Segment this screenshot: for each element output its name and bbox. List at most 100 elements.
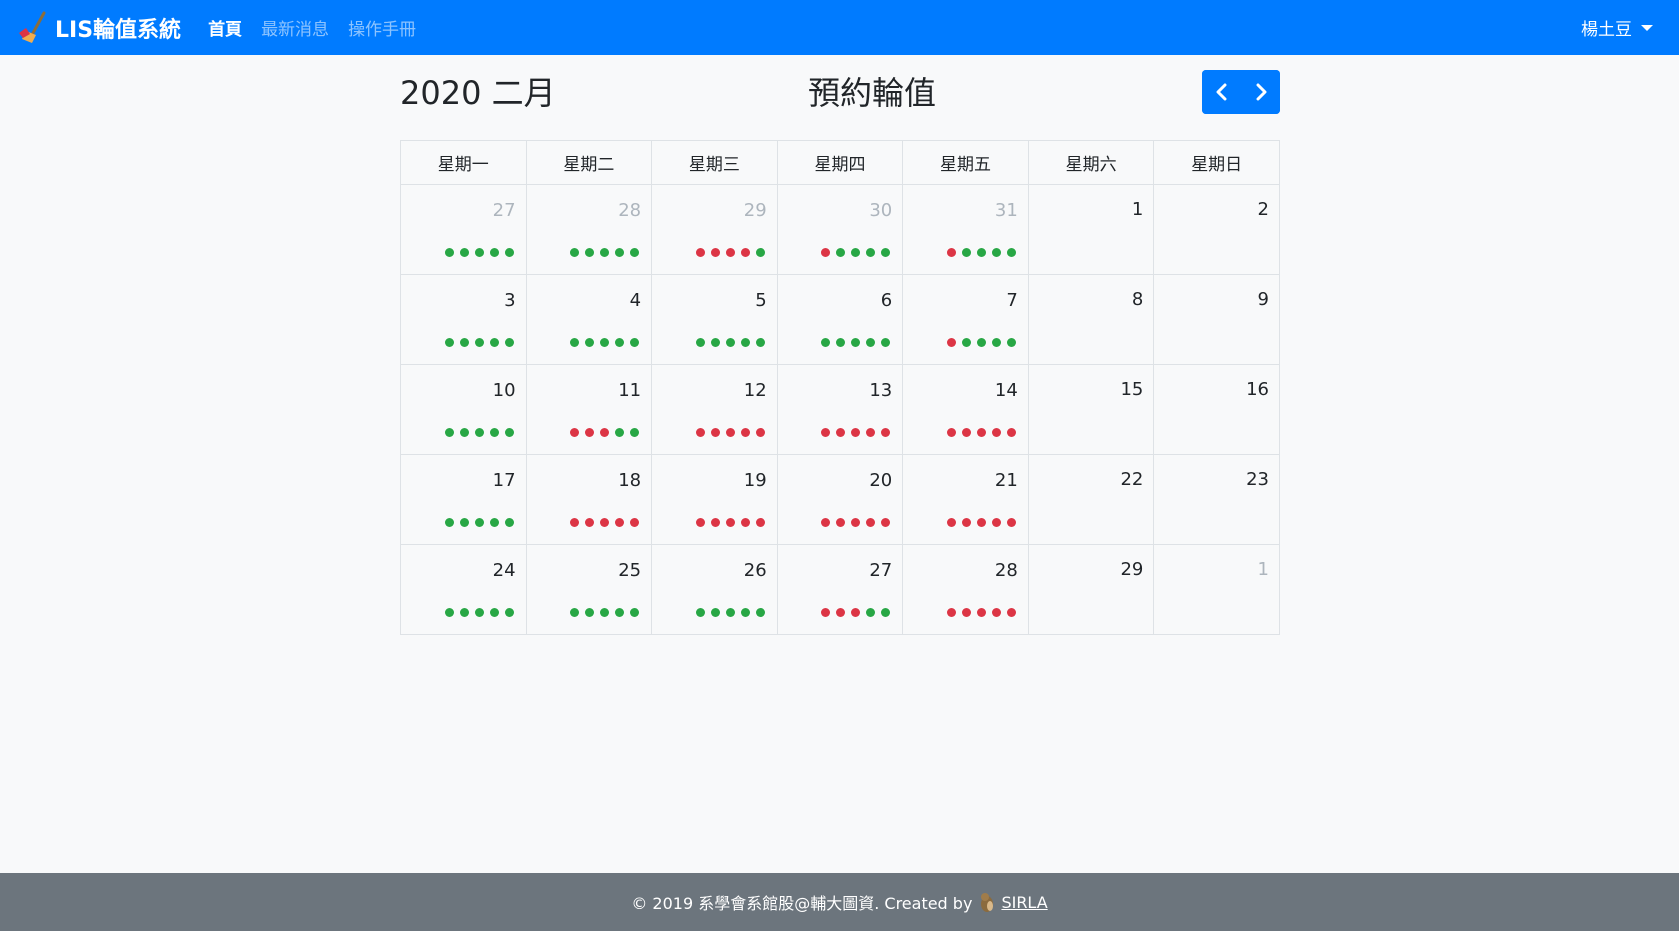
booked-slot-dot[interactable] [725,248,735,257]
available-slot-dot[interactable] [459,608,469,617]
booked-slot-dot[interactable] [615,518,625,527]
booked-slot-dot[interactable] [710,428,720,437]
available-slot-dot[interactable] [615,338,625,347]
booked-slot-dot[interactable] [695,518,705,527]
available-slot-dot[interactable] [991,338,1001,347]
booked-slot-dot[interactable] [866,518,876,527]
next-month-button[interactable] [1241,70,1280,114]
available-slot-dot[interactable] [489,608,499,617]
calendar-day-cell[interactable]: 27 [400,184,527,275]
booked-slot-dot[interactable] [695,428,705,437]
available-slot-dot[interactable] [615,608,625,617]
booked-slot-dot[interactable] [991,518,1001,527]
calendar-day-cell[interactable]: 11 [525,364,653,455]
sirla-link[interactable]: SIRLA [1001,893,1047,912]
calendar-day-cell[interactable]: 29 [651,184,778,275]
calendar-day-cell[interactable]: 17 [400,454,527,545]
available-slot-dot[interactable] [976,338,986,347]
booked-slot-dot[interactable] [946,518,956,527]
calendar-day-cell[interactable]: 25 [525,544,653,635]
available-slot-dot[interactable] [740,338,750,347]
available-slot-dot[interactable] [851,248,861,257]
available-slot-dot[interactable] [976,248,986,257]
available-slot-dot[interactable] [615,248,625,257]
booked-slot-dot[interactable] [836,518,846,527]
available-slot-dot[interactable] [755,338,765,347]
booked-slot-dot[interactable] [991,428,1001,437]
booked-slot-dot[interactable] [755,428,765,437]
booked-slot-dot[interactable] [600,518,610,527]
booked-slot-dot[interactable] [821,248,831,257]
booked-slot-dot[interactable] [881,518,891,527]
available-slot-dot[interactable] [725,608,735,617]
user-dropdown[interactable]: 楊土豆 [1581,0,1653,55]
booked-slot-dot[interactable] [881,428,891,437]
available-slot-dot[interactable] [444,518,454,527]
nav-news[interactable]: 最新消息 [261,15,329,40]
available-slot-dot[interactable] [866,338,876,347]
available-slot-dot[interactable] [755,608,765,617]
available-slot-dot[interactable] [866,248,876,257]
booked-slot-dot[interactable] [710,248,720,257]
booked-slot-dot[interactable] [585,518,595,527]
available-slot-dot[interactable] [489,248,499,257]
calendar-day-cell[interactable]: 28 [902,544,1029,635]
booked-slot-dot[interactable] [976,518,986,527]
booked-slot-dot[interactable] [851,518,861,527]
calendar-day-cell[interactable]: 18 [525,454,653,545]
calendar-day-cell[interactable]: 6 [776,274,904,365]
booked-slot-dot[interactable] [976,428,986,437]
nav-home[interactable]: 首頁 [208,15,242,40]
available-slot-dot[interactable] [695,338,705,347]
booked-slot-dot[interactable] [1006,608,1016,617]
booked-slot-dot[interactable] [1006,428,1016,437]
available-slot-dot[interactable] [459,338,469,347]
booked-slot-dot[interactable] [976,608,986,617]
available-slot-dot[interactable] [1006,248,1016,257]
booked-slot-dot[interactable] [961,518,971,527]
calendar-day-cell[interactable]: 31 [902,184,1029,275]
available-slot-dot[interactable] [504,518,514,527]
available-slot-dot[interactable] [474,338,484,347]
booked-slot-dot[interactable] [1006,518,1016,527]
booked-slot-dot[interactable] [740,428,750,437]
available-slot-dot[interactable] [585,248,595,257]
calendar-day-cell[interactable]: 20 [776,454,904,545]
booked-slot-dot[interactable] [740,518,750,527]
booked-slot-dot[interactable] [946,248,956,257]
calendar-day-cell[interactable]: 5 [651,274,778,365]
booked-slot-dot[interactable] [600,428,610,437]
booked-slot-dot[interactable] [570,428,580,437]
available-slot-dot[interactable] [725,338,735,347]
booked-slot-dot[interactable] [585,428,595,437]
available-slot-dot[interactable] [991,248,1001,257]
booked-slot-dot[interactable] [946,608,956,617]
available-slot-dot[interactable] [474,428,484,437]
available-slot-dot[interactable] [630,248,640,257]
booked-slot-dot[interactable] [961,428,971,437]
available-slot-dot[interactable] [881,608,891,617]
available-slot-dot[interactable] [459,248,469,257]
booked-slot-dot[interactable] [740,248,750,257]
nav-manual[interactable]: 操作手冊 [348,15,416,40]
available-slot-dot[interactable] [570,248,580,257]
available-slot-dot[interactable] [740,608,750,617]
available-slot-dot[interactable] [585,338,595,347]
calendar-day-cell[interactable]: 26 [651,544,778,635]
booked-slot-dot[interactable] [851,608,861,617]
available-slot-dot[interactable] [630,428,640,437]
calendar-day-cell[interactable]: 7 [902,274,1029,365]
available-slot-dot[interactable] [444,338,454,347]
booked-slot-dot[interactable] [866,428,876,437]
prev-month-button[interactable] [1202,70,1241,114]
available-slot-dot[interactable] [474,608,484,617]
available-slot-dot[interactable] [489,518,499,527]
calendar-day-cell[interactable]: 19 [651,454,778,545]
brand-link[interactable]: LIS輪值系統 [17,11,181,45]
available-slot-dot[interactable] [504,428,514,437]
booked-slot-dot[interactable] [821,428,831,437]
available-slot-dot[interactable] [821,338,831,347]
available-slot-dot[interactable] [444,248,454,257]
available-slot-dot[interactable] [444,608,454,617]
available-slot-dot[interactable] [489,428,499,437]
